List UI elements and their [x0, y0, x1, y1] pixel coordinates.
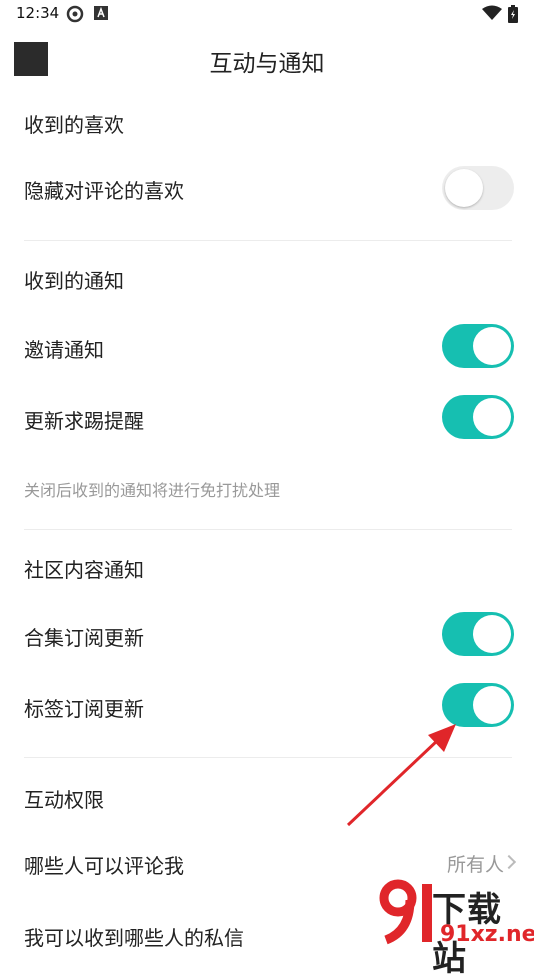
section-title-notifications: 收到的通知: [24, 269, 124, 293]
battery-icon: [508, 5, 518, 27]
who-can-message-label[interactable]: 我可以收到哪些人的私信: [24, 922, 244, 951]
notification-hint: 关闭后收到的通知将进行免打扰处理: [24, 481, 281, 500]
divider: [24, 757, 512, 758]
hide-comment-likes-label: 隐藏对评论的喜欢: [24, 179, 184, 203]
divider: [24, 529, 512, 530]
tag-update-label: 标签订阅更新: [24, 697, 144, 721]
toggle-knob: [473, 327, 511, 365]
a-badge-icon: [94, 5, 108, 25]
collection-update-toggle[interactable]: [442, 612, 514, 656]
toggle-knob: [473, 686, 511, 724]
toggle-knob: [473, 398, 511, 436]
hide-comment-likes-toggle[interactable]: [442, 166, 514, 210]
invite-notification-toggle[interactable]: [442, 324, 514, 368]
tag-update-toggle[interactable]: [442, 683, 514, 727]
sync-icon: [66, 5, 84, 27]
watermark-logo: 下载站 91xz.net: [378, 876, 534, 979]
wifi-icon: [482, 5, 502, 25]
who-can-comment-value[interactable]: 所有人: [447, 850, 504, 877]
section-title-permissions: 互动权限: [24, 788, 104, 812]
who-can-comment-label[interactable]: 哪些人可以评论我: [24, 850, 184, 879]
watermark-text-site: 91xz.net: [440, 922, 534, 947]
collection-update-label: 合集订阅更新: [24, 626, 144, 650]
status-time: 12:34: [16, 4, 60, 22]
update-request-label: 更新求踢提醒: [24, 409, 144, 433]
section-title-likes: 收到的喜欢: [24, 113, 124, 137]
status-bar: 12:34: [0, 0, 534, 28]
app-bar: 互动与通知: [0, 28, 534, 94]
watermark-91-icon: [379, 879, 432, 945]
update-request-toggle[interactable]: [442, 395, 514, 439]
toggle-knob: [473, 615, 511, 653]
section-title-community: 社区内容通知: [24, 558, 144, 582]
divider: [24, 240, 512, 241]
chevron-right-icon: [501, 854, 517, 870]
toggle-knob: [445, 169, 483, 207]
invite-notification-label: 邀请通知: [24, 338, 104, 362]
page-title: 互动与通知: [209, 51, 325, 77]
